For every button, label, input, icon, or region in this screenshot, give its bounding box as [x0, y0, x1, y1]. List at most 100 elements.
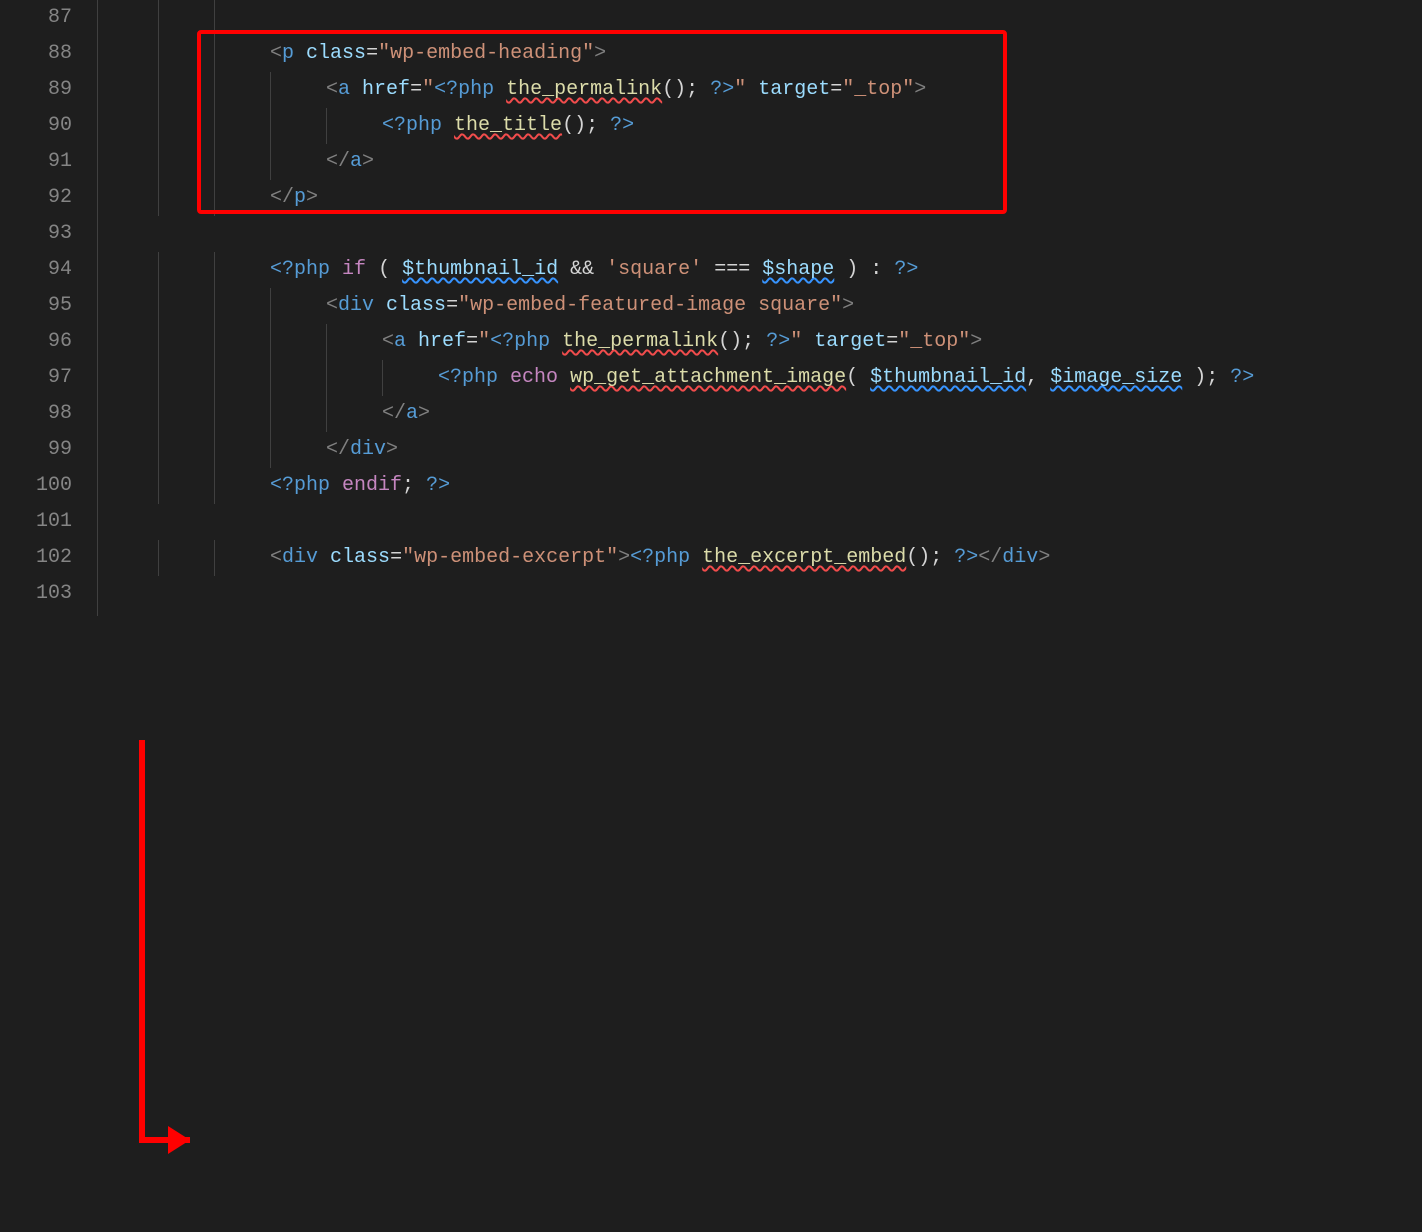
indent-guide: [214, 72, 215, 108]
code-token: </: [978, 546, 1002, 569]
code-token: ;: [742, 330, 754, 353]
indent-guide: [214, 468, 215, 504]
indent-guide: [326, 360, 327, 396]
line-number: 92: [0, 180, 72, 216]
code-token: href: [418, 330, 466, 353]
code-token: [698, 78, 710, 101]
code-token: [442, 114, 454, 137]
code-token: >: [842, 294, 854, 317]
indent-guide: [158, 360, 159, 396]
indent-guide: [158, 0, 159, 36]
code-token: "_top": [898, 330, 970, 353]
indent-guide: [158, 36, 159, 72]
code-token: 'square': [606, 258, 702, 281]
code-token: [494, 78, 506, 101]
code-token: ?>: [710, 78, 734, 101]
code-token: <: [270, 42, 282, 65]
code-token: href: [362, 78, 410, 101]
indent-guide: [214, 0, 215, 36]
line-number: 95: [0, 288, 72, 324]
indent-guide: [158, 396, 159, 432]
code-token: [558, 366, 570, 389]
code-token: a: [338, 78, 350, 101]
code-line[interactable]: [108, 504, 1422, 540]
code-token: [390, 258, 402, 281]
code-line[interactable]: <?php endif; ?>: [108, 468, 1422, 504]
code-token: wp_get_attachment_image: [570, 366, 846, 389]
code-line[interactable]: <a href="<?php the_permalink(); ?>" targ…: [108, 324, 1422, 360]
code-token: class: [330, 546, 390, 569]
code-line-content: <a href="<?php the_permalink(); ?>" targ…: [382, 324, 982, 360]
code-line-content: <?php if ( $thumbnail_id && 'square' ===…: [270, 252, 918, 288]
code-token: class: [386, 294, 446, 317]
code-token: ): [846, 258, 858, 281]
line-number: 96: [0, 324, 72, 360]
code-line-content: <?php echo wp_get_attachment_image( $thu…: [438, 360, 1254, 396]
code-token: the_permalink: [506, 78, 662, 101]
code-token: echo: [510, 366, 558, 389]
indent-guide: [326, 396, 327, 432]
code-line[interactable]: [108, 216, 1422, 252]
code-area[interactable]: <p class="wp-embed-heading"><a href="<?p…: [100, 0, 1422, 616]
code-token: "wp-embed-featured-image square": [458, 294, 842, 317]
line-number: 94: [0, 252, 72, 288]
code-token: "wp-embed-heading": [378, 42, 594, 65]
code-token: >: [418, 402, 430, 425]
code-line[interactable]: [108, 0, 1422, 36]
code-token: ;: [402, 474, 414, 497]
code-token: =: [366, 42, 378, 65]
code-token: [414, 474, 426, 497]
code-line-content: </a>: [382, 396, 430, 432]
code-line[interactable]: [108, 576, 1422, 612]
indent-guide: [326, 108, 327, 144]
code-line-content: <?php the_title(); ?>: [382, 108, 634, 144]
code-token: the_permalink: [562, 330, 718, 353]
line-number: 88: [0, 36, 72, 72]
code-line-content: <?php endif; ?>: [270, 468, 450, 504]
code-token: <?php: [438, 366, 498, 389]
code-token: <: [270, 546, 282, 569]
code-token: [754, 330, 766, 353]
code-line[interactable]: <?php the_title(); ?>: [108, 108, 1422, 144]
line-number: 101: [0, 504, 72, 540]
code-token: [330, 474, 342, 497]
code-token: [750, 258, 762, 281]
code-token: (): [562, 114, 586, 137]
code-line[interactable]: <div class="wp-embed-excerpt"><?php the_…: [108, 540, 1422, 576]
code-line[interactable]: <?php echo wp_get_attachment_image( $thu…: [108, 360, 1422, 396]
code-token: $image_size: [1050, 366, 1182, 389]
code-token: </: [270, 186, 294, 209]
code-line[interactable]: <a href="<?php the_permalink(); ?>" targ…: [108, 72, 1422, 108]
indent-guide: [214, 540, 215, 576]
indent-guide: [158, 324, 159, 360]
code-line[interactable]: <?php if ( $thumbnail_id && 'square' ===…: [108, 252, 1422, 288]
code-line[interactable]: </a>: [108, 396, 1422, 432]
code-token: =: [466, 330, 478, 353]
code-line[interactable]: </p>: [108, 180, 1422, 216]
code-token: <?php: [490, 330, 550, 353]
gutter-rule: [97, 0, 98, 616]
code-line-content: </a>: [326, 144, 374, 180]
code-editor[interactable]: 87888990919293949596979899100101102103 <…: [0, 0, 1422, 616]
line-number: 93: [0, 216, 72, 252]
code-token: [858, 258, 870, 281]
code-line[interactable]: <p class="wp-embed-heading">: [108, 36, 1422, 72]
code-token: a: [394, 330, 406, 353]
line-number: 91: [0, 144, 72, 180]
code-token: [550, 330, 562, 353]
code-token: ;: [930, 546, 942, 569]
code-token: <?php: [630, 546, 690, 569]
code-token: ,: [1026, 366, 1038, 389]
code-line[interactable]: <div class="wp-embed-featured-image squa…: [108, 288, 1422, 324]
code-token: "wp-embed-excerpt": [402, 546, 618, 569]
code-token: &&: [570, 258, 594, 281]
code-token: ?>: [610, 114, 634, 137]
code-token: target: [758, 78, 830, 101]
code-line[interactable]: </div>: [108, 432, 1422, 468]
code-token: ?>: [426, 474, 450, 497]
indent-guide: [270, 144, 271, 180]
code-line[interactable]: </a>: [108, 144, 1422, 180]
line-number: 100: [0, 468, 72, 504]
code-token: div: [1002, 546, 1038, 569]
line-number: 102: [0, 540, 72, 576]
